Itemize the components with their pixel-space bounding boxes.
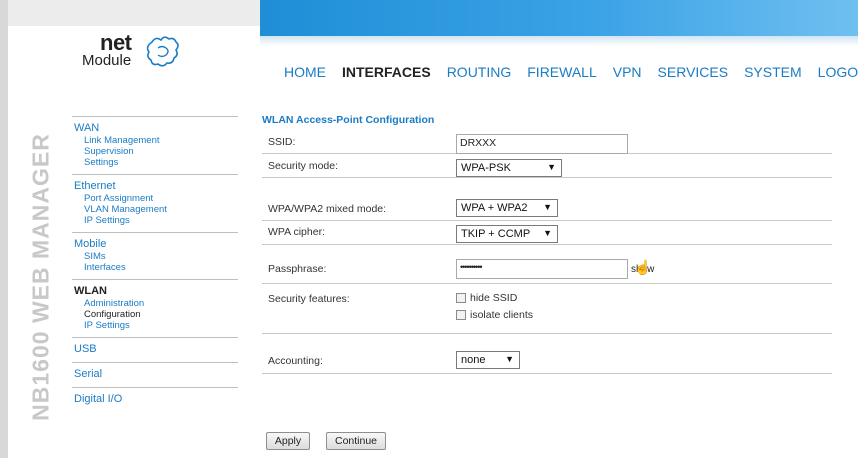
sidebar-item-wlan-ip-settings[interactable]: IP Settings [74,320,238,331]
security-features-row: Security features: hide SSID isolate cli… [262,284,832,334]
accounting-select[interactable]: none ▼ [456,351,520,369]
sidebar-group-usb: USB [72,337,238,362]
puzzle-icon [146,36,179,67]
chevron-down-icon: ▼ [543,228,552,238]
cipher-value: TKIP + CCMP [461,228,531,240]
cipher-label: WPA cipher: [268,226,325,238]
chevron-down-icon: ▼ [543,202,552,212]
sidebar-group-digital-io: Digital I/O [72,387,238,412]
isolate-clients-label: isolate clients [470,309,534,321]
hide-ssid-label: hide SSID [470,292,518,304]
continue-button[interactable]: Continue [326,432,386,450]
mixed-mode-label: WPA/WPA2 mixed mode: [268,203,387,215]
nav-vpn[interactable]: VPN [613,64,642,80]
isolate-clients-checkbox[interactable]: isolate clients [456,309,533,321]
passphrase-input[interactable]: •••••••••• [456,259,628,279]
netmodule-logo[interactable]: net Module [80,30,190,86]
mixed-mode-row: WPA/WPA2 mixed mode: WPA + WPA2 ▼ [262,178,832,221]
sidebar-item-ethernet[interactable]: Ethernet [74,180,238,192]
sidebar-item-usb[interactable]: USB [74,343,238,355]
sidebar-item-mobile[interactable]: Mobile [74,238,238,250]
sidebar-item-digital-io[interactable]: Digital I/O [74,393,238,405]
nav-routing[interactable]: ROUTING [447,64,512,80]
mixed-mode-select[interactable]: WPA + WPA2 ▼ [456,199,558,217]
checkbox-icon [456,293,466,303]
header-banner [260,0,858,46]
wlan-config-form: WLAN Access-Point Configuration SSID: DR… [262,114,832,374]
sidebar-group-ethernet: Ethernet Port Assignment VLAN Management… [72,174,238,232]
ssid-label: SSID: [268,136,296,148]
header-bar-left [8,0,260,26]
hide-ssid-checkbox[interactable]: hide SSID [456,292,533,304]
section-title: WLAN Access-Point Configuration [262,114,435,126]
sidebar-item-link-management[interactable]: Link Management [74,135,238,146]
checkbox-icon [456,310,466,320]
nav-interfaces[interactable]: INTERFACES [342,64,431,80]
passphrase-label: Passphrase: [268,263,327,275]
nav-system[interactable]: SYSTEM [744,64,802,80]
sidebar-item-ethernet-ip-settings[interactable]: IP Settings [74,215,238,226]
sidebar-item-wlan-administration[interactable]: Administration [74,298,238,309]
nav-firewall[interactable]: FIREWALL [527,64,597,80]
accounting-row: Accounting: none ▼ [262,334,832,374]
cipher-select[interactable]: TKIP + CCMP ▼ [456,225,558,243]
hand-cursor-icon: ☝ [634,259,652,275]
vertical-product-text: NB1600 WEB MANAGER [27,133,54,421]
security-mode-select[interactable]: WPA-PSK ▼ [456,159,562,177]
mixed-mode-value: WPA + WPA2 [461,202,528,214]
apply-button[interactable]: Apply [266,432,310,450]
chevron-down-icon: ▼ [505,354,514,364]
sidebar-group-mobile: Mobile SIMs Interfaces [72,232,238,279]
security-mode-row: Security mode: WPA-PSK ▼ [262,154,832,178]
top-navigation: HOME INTERFACES ROUTING FIREWALL VPN SER… [284,64,858,80]
accounting-value: none [461,354,486,366]
security-mode-value: WPA-PSK [461,162,511,174]
sidebar-item-mobile-interfaces[interactable]: Interfaces [74,262,238,273]
vertical-product-title: NB1600 WEB MANAGER [26,112,56,442]
sidebar-item-wan-settings[interactable]: Settings [74,157,238,168]
logo-module-text: Module [82,52,132,69]
sidebar-item-supervision[interactable]: Supervision [74,146,238,157]
sidebar-item-wlan-configuration[interactable]: Configuration [74,309,238,320]
sidebar-item-wan[interactable]: WAN [74,122,238,134]
passphrase-row: Passphrase: •••••••••• show ☝ [262,245,832,284]
sidebar-item-serial[interactable]: Serial [74,368,238,380]
cipher-row: WPA cipher: TKIP + CCMP ▼ [262,221,832,245]
ssid-row: SSID: DRXXX [262,132,832,154]
chevron-down-icon: ▼ [547,162,556,172]
sidebar-item-wlan[interactable]: WLAN [74,285,238,297]
sidebar-group-wan: WAN Link Management Supervision Settings [72,116,238,174]
nav-services[interactable]: SERVICES [658,64,729,80]
sidebar-group-serial: Serial [72,362,238,387]
sidebar-group-wlan: WLAN Administration Configuration IP Set… [72,279,238,337]
sidebar-item-sims[interactable]: SIMs [74,251,238,262]
security-features-label: Security features: [268,293,350,305]
ssid-input[interactable]: DRXXX [456,134,628,154]
accounting-label: Accounting: [268,355,323,367]
nav-home[interactable]: HOME [284,64,326,80]
sidebar-item-vlan-management[interactable]: VLAN Management [74,204,238,215]
sidebar: WAN Link Management Supervision Settings… [72,116,238,412]
sidebar-item-port-assignment[interactable]: Port Assignment [74,193,238,204]
nav-logout[interactable]: LOGOUT [818,64,858,80]
security-mode-label: Security mode: [268,160,339,172]
left-edge-strip [0,0,8,458]
